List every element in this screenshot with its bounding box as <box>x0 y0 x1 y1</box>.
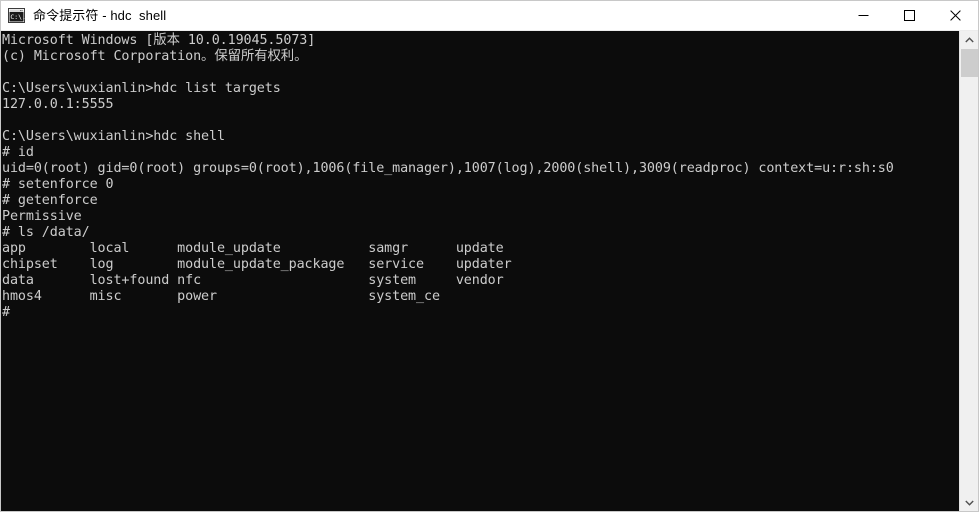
close-button[interactable] <box>932 1 978 30</box>
terminal-line: # setenforce 0 <box>2 177 114 192</box>
maximize-icon <box>903 10 915 21</box>
terminal-line: app local module_update samgr update <box>2 241 504 256</box>
svg-text:C:\.: C:\. <box>10 13 25 21</box>
cmd-console-icon: C:\. <box>8 8 26 23</box>
minimize-icon <box>858 15 868 16</box>
terminal-line: # <box>2 305 10 320</box>
terminal-line: data lost+found nfc system vendor <box>2 273 504 288</box>
command-prompt-window: C:\. 命令提示符 - hdc shell Microsoft Windows… <box>0 0 979 512</box>
terminal-line: hmos4 misc power system_ce <box>2 289 440 304</box>
terminal-line: 127.0.0.1:5555 <box>2 97 114 112</box>
terminal-line: Permissive <box>2 209 82 224</box>
terminal-output-area[interactable]: Microsoft Windows [版本 10.0.19045.5073] (… <box>1 31 959 511</box>
close-icon <box>949 10 961 21</box>
terminal-line: C:\Users\wuxianlin>hdc shell <box>2 129 225 144</box>
chevron-up-icon <box>965 37 974 43</box>
terminal-line: # getenforce <box>2 193 98 208</box>
terminal-line: (c) Microsoft Corporation。保留所有权利。 <box>2 49 308 64</box>
scrollbar-down-button[interactable] <box>960 494 978 511</box>
terminal-lines: Microsoft Windows [版本 10.0.19045.5073] (… <box>1 31 959 321</box>
scrollbar-up-button[interactable] <box>960 31 978 49</box>
terminal-line: chipset log module_update_package servic… <box>2 257 512 272</box>
title-bar[interactable]: C:\. 命令提示符 - hdc shell <box>1 1 978 31</box>
terminal-line: Microsoft Windows [版本 10.0.19045.5073] <box>2 33 316 48</box>
terminal-line: uid=0(root) gid=0(root) groups=0(root),1… <box>2 161 894 176</box>
terminal-line: # ls /data/ <box>2 225 90 240</box>
vertical-scrollbar[interactable] <box>959 31 978 511</box>
maximize-button[interactable] <box>886 1 932 30</box>
scrollbar-thumb[interactable] <box>961 49 978 77</box>
terminal-line: C:\Users\wuxianlin>hdc list targets <box>2 81 281 96</box>
terminal-line: # id <box>2 145 34 160</box>
minimize-button[interactable] <box>840 1 886 30</box>
chevron-down-icon <box>965 500 974 506</box>
window-title: 命令提示符 - hdc shell <box>33 7 167 23</box>
